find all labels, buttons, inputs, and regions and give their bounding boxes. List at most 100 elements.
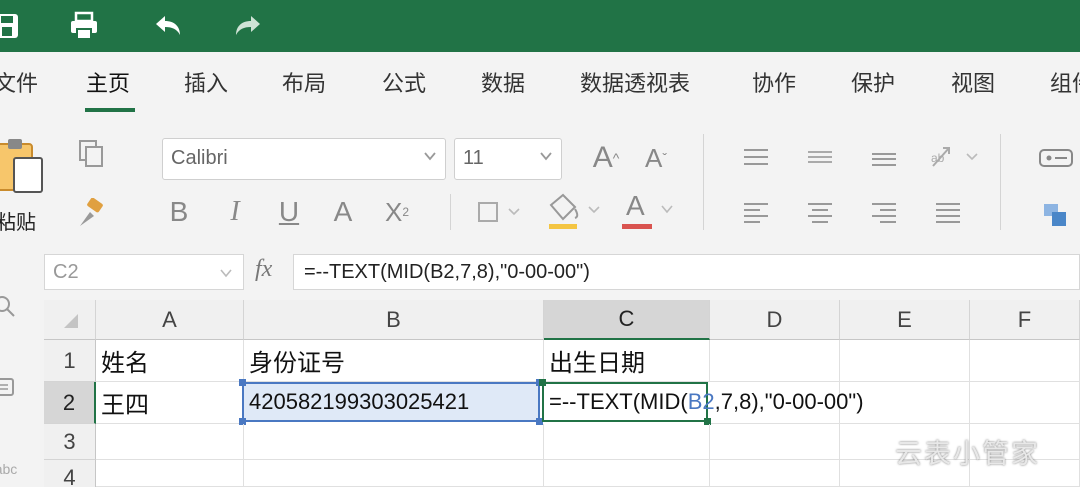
tab-collaborate[interactable]: 协作 [752,66,796,98]
cell-c2-editing[interactable]: =--TEXT(MID(B2,7,8),"0-00-00") [542,382,864,422]
align-center-icon[interactable] [802,198,838,228]
number-format-icon[interactable] [1036,144,1076,172]
cell-b3[interactable] [244,424,544,460]
formula-bar: C2 fx =--TEXT(MID(B2,7,8),"0-00-00") [0,247,1080,297]
selection-handle[interactable] [539,379,546,386]
format-painter-icon[interactable] [74,196,108,230]
cell-b4[interactable] [244,460,544,487]
row-header-1[interactable]: 1 [44,340,96,382]
save-icon[interactable] [0,10,22,42]
font-color-swatch [622,224,652,229]
formula-reference: B2 [687,389,715,414]
cell-a4[interactable] [96,460,244,487]
tab-components[interactable]: 组件 [1050,66,1080,98]
tab-view[interactable]: 视图 [951,66,995,98]
watermark: 云表小管家 [895,439,1040,470]
shrink-font-button[interactable]: Aˇ [638,138,674,178]
svg-text:ab: ab [931,151,945,165]
search-icon[interactable] [0,293,18,321]
cell-a2[interactable]: 王四 [96,382,244,424]
chevron-down-icon [424,152,436,161]
cell-style-icon[interactable] [1040,200,1070,230]
align-middle-icon[interactable] [802,142,838,172]
bold-button[interactable]: B [164,194,194,230]
print-icon[interactable] [66,10,102,42]
subscript-icon: X [384,196,403,227]
reference-handle[interactable] [239,379,246,386]
font-size-dropdown[interactable]: 11 [454,138,562,180]
cell-c3[interactable] [544,424,710,460]
column-header-d[interactable]: D [710,300,840,340]
column-header-a[interactable]: A [96,300,244,340]
align-top-icon[interactable] [738,142,774,172]
chevron-down-icon [661,205,673,214]
tab-home[interactable]: 主页 [86,66,130,98]
subscript-button[interactable]: X2 [380,194,414,230]
ribbon-home: 粘贴 Calibri 11 A ^ Aˇ B I U A X2 A ab [0,114,1080,247]
align-left-icon[interactable] [738,198,774,228]
underline-button[interactable]: U [274,194,304,230]
tab-layout[interactable]: 布局 [282,66,326,98]
grow-font-button[interactable]: A ^ [588,138,624,178]
formula-prefix: =--TEXT(MID( [549,389,688,414]
tab-pivot-table[interactable]: 数据透视表 [580,66,690,98]
copy-icon[interactable] [74,136,108,170]
tab-insert[interactable]: 插入 [184,66,228,98]
column-header-b[interactable]: B [244,300,544,340]
cell-f1[interactable] [970,340,1080,382]
borders-button[interactable] [474,194,524,230]
select-all-corner[interactable] [44,300,96,340]
font-family-value: Calibri [171,147,228,169]
cell-c4[interactable] [544,460,710,487]
tab-protect[interactable]: 保护 [851,66,895,98]
column-header-e[interactable]: E [840,300,970,340]
spellcheck-icon[interactable]: abc [0,457,18,481]
font-color-button[interactable]: A [618,190,678,232]
cell-c1[interactable]: 出生日期 [544,340,710,382]
separator [703,134,704,230]
row-header-2[interactable]: 2 [44,382,96,424]
italic-button[interactable]: I [220,194,250,230]
redo-icon[interactable] [230,10,266,42]
cell-d4[interactable] [710,460,840,487]
ribbon-tabs: 文件 主页 插入 布局 公式 数据 数据透视表 协作 保护 视图 组件 [0,52,1080,114]
grow-font-icon: A [592,141,613,174]
tab-file[interactable]: 文件 [0,66,38,98]
shrink-font-icon: A [644,142,663,173]
tab-formulas[interactable]: 公式 [382,66,426,98]
cell-a1[interactable]: 姓名 [96,340,244,382]
row-header-3[interactable]: 3 [44,424,96,460]
strikethrough-button[interactable]: A [328,194,358,230]
cell-e1[interactable] [840,340,970,382]
separator [1000,134,1001,230]
cell-a3[interactable] [96,424,244,460]
column-header-f[interactable]: F [970,300,1080,340]
font-size-value: 11 [463,147,484,169]
comment-icon[interactable] [0,375,18,403]
cell-d3[interactable] [710,424,840,460]
undo-icon[interactable] [150,10,186,42]
function-icon[interactable]: fx [255,256,272,283]
justify-icon[interactable] [930,198,966,228]
cell-f2[interactable] [970,382,1080,424]
tab-data[interactable]: 数据 [481,66,525,98]
align-right-icon[interactable] [866,198,902,228]
row-header-4[interactable]: 4 [44,460,96,487]
text-orientation-icon[interactable]: ab [926,140,984,174]
align-bottom-icon[interactable] [866,142,902,172]
font-family-dropdown[interactable]: Calibri [162,138,446,180]
font-color-icon: A [626,190,645,221]
cell-b2[interactable]: 420582199303025421 [242,382,540,422]
formula-input[interactable]: =--TEXT(MID(B2,7,8),"0-00-00") [293,254,1080,290]
title-bar [0,0,1080,52]
column-header-c[interactable]: C [544,300,710,340]
paste-icon[interactable] [0,134,48,196]
fill-color-button[interactable] [544,190,604,232]
name-box[interactable]: C2 [44,254,244,290]
name-box-value: C2 [53,261,79,283]
cell-d1[interactable] [710,340,840,382]
formula-suffix: ,7,8),"0-00-00") [714,389,864,414]
cell-b1[interactable]: 身份证号 [244,340,544,382]
left-rail: abc [0,247,44,487]
paste-label[interactable]: 粘贴 [0,206,36,235]
